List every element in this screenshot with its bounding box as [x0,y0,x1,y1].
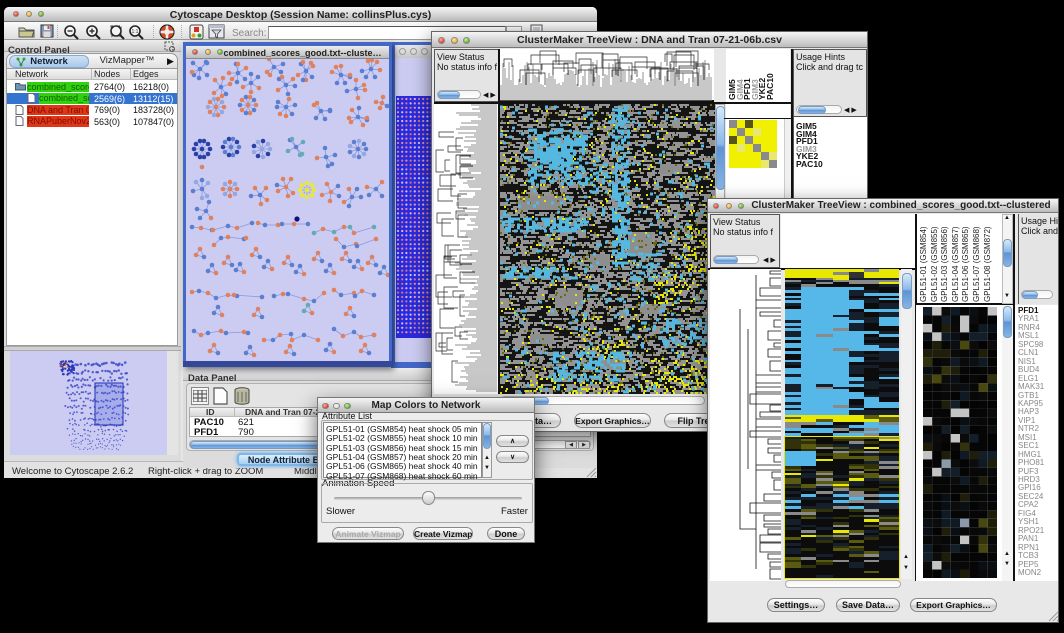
svg-text:1:1: 1:1 [132,29,139,35]
